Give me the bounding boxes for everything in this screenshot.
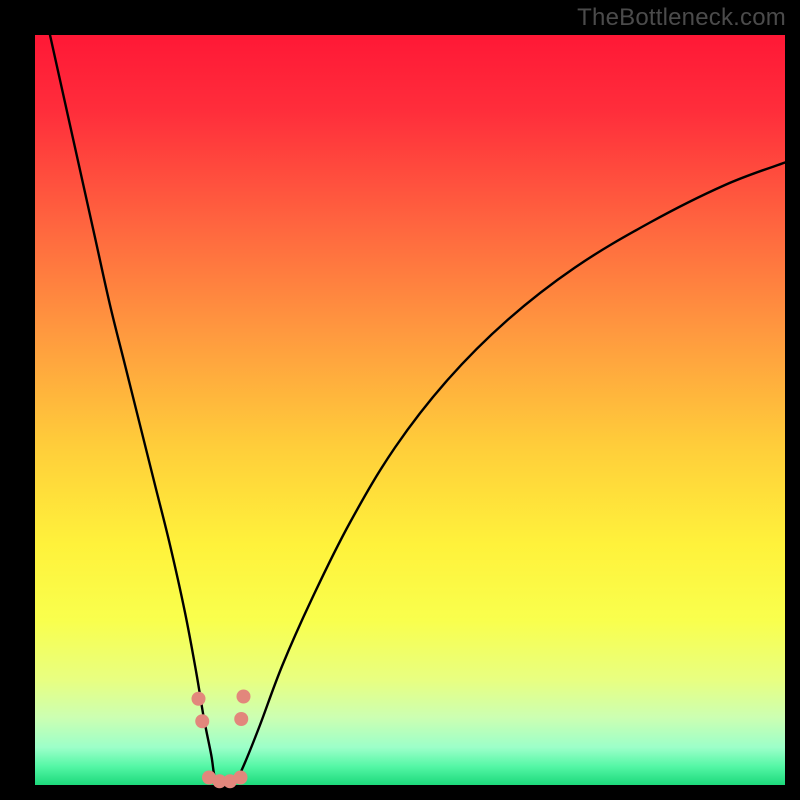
chart-stage: TheBottleneck.com: [0, 0, 800, 800]
marker-left_cluster_lower: [195, 714, 209, 728]
marker-left_cluster_upper: [192, 692, 206, 706]
marker-right_cluster_lower: [234, 712, 248, 726]
marker-bottom_d: [234, 771, 248, 785]
bottleneck-chart: [0, 0, 800, 800]
plot-area: [35, 35, 785, 785]
marker-right_cluster_upper: [237, 690, 251, 704]
watermark-label: TheBottleneck.com: [577, 4, 786, 32]
